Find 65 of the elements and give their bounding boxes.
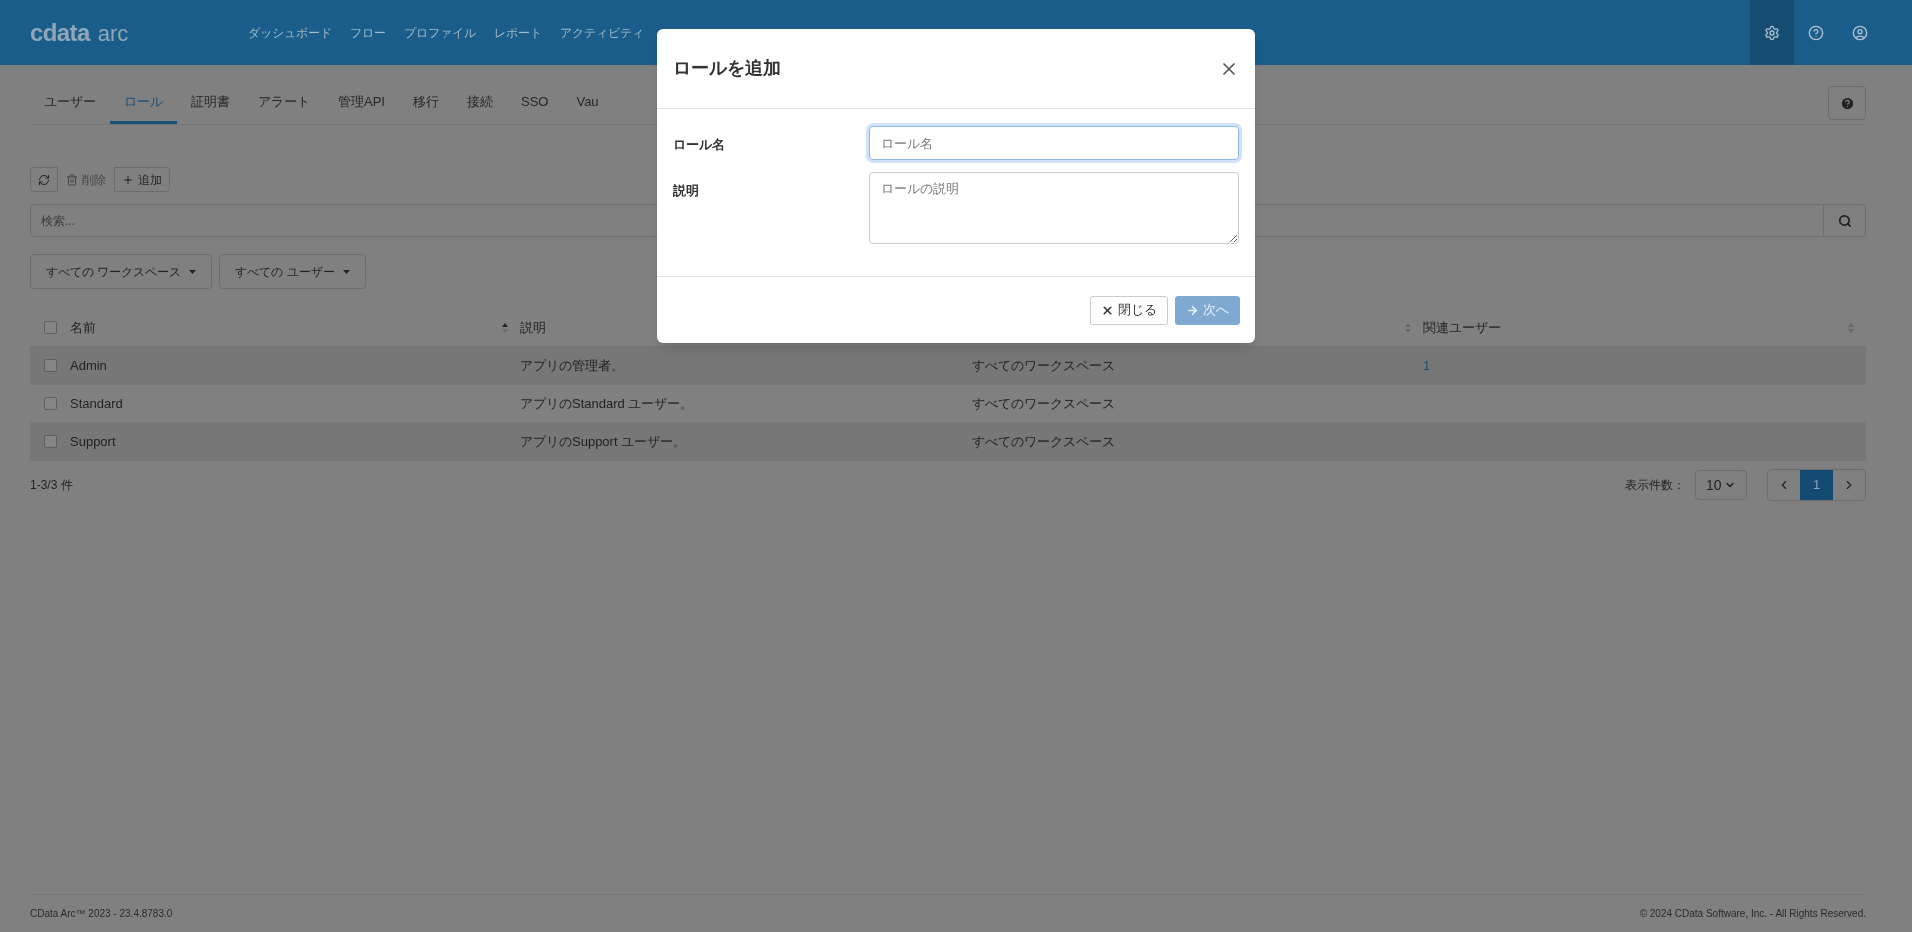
table-cell: Admin bbox=[70, 357, 107, 373]
field-label: ロール名 bbox=[673, 136, 726, 154]
nav-link[interactable]: プロファイル bbox=[404, 23, 476, 42]
settings-icon bbox=[1764, 24, 1780, 41]
row-checkbox[interactable] bbox=[43, 435, 57, 448]
column-header[interactable]: 関連ユーザー bbox=[1423, 317, 1501, 338]
tab[interactable]: アラート bbox=[244, 83, 324, 124]
row-checkbox[interactable] bbox=[43, 359, 57, 372]
table-row[interactable]: Support アプリのSupport ユーザー。 すべてのワークスペース bbox=[30, 423, 1866, 461]
column-header[interactable]: 名前 bbox=[70, 317, 96, 338]
page-size-select[interactable]: 10 bbox=[1695, 470, 1747, 500]
table-cell: Support bbox=[70, 433, 116, 449]
nav-link[interactable]: アクティビティ bbox=[560, 23, 644, 42]
add-button[interactable]: 追加 bbox=[114, 167, 170, 192]
tab[interactable]: Vau bbox=[562, 83, 613, 124]
page-size-label: 表示件数： bbox=[1625, 477, 1685, 494]
tab[interactable]: ユーザー bbox=[30, 83, 110, 124]
help-button[interactable] bbox=[1828, 86, 1866, 120]
field-label: 説明 bbox=[673, 182, 700, 200]
result-count: 1-3/3 件 bbox=[30, 477, 73, 494]
user-icon bbox=[1852, 24, 1868, 41]
dialog-title: ロールを追加 bbox=[673, 57, 781, 80]
filter-dropdown[interactable]: すべての ワークスペース bbox=[30, 254, 213, 289]
table-cell: すべてのワークスペース bbox=[972, 357, 1115, 373]
logo[interactable]: cdata arc bbox=[30, 14, 248, 51]
caret-icon bbox=[342, 269, 350, 274]
column-header[interactable]: 説明 bbox=[520, 317, 546, 338]
caret-icon bbox=[189, 269, 197, 274]
table-cell: すべてのワークスペース bbox=[972, 433, 1115, 449]
close-button[interactable]: 閉じる bbox=[1090, 295, 1168, 325]
refresh-icon bbox=[38, 173, 50, 186]
nav-link[interactable]: レポート bbox=[494, 23, 542, 42]
tab[interactable]: 移行 bbox=[398, 83, 453, 124]
version-text: CData Arc™ 2023 - 23.4.8783.0 bbox=[30, 907, 173, 921]
nav-link[interactable]: ダッシュボード bbox=[248, 23, 332, 42]
close-icon bbox=[1101, 303, 1114, 317]
tab[interactable]: ロール bbox=[110, 83, 177, 124]
arrow-right-icon bbox=[1186, 303, 1199, 317]
table-cell: アプリのStandard ユーザー。 bbox=[520, 395, 694, 411]
tab[interactable]: 証明書 bbox=[177, 83, 244, 124]
table-cell: すべてのワークスペース bbox=[972, 395, 1115, 411]
help-icon bbox=[1839, 95, 1855, 111]
settings-button[interactable] bbox=[1750, 0, 1794, 65]
tab[interactable]: 接続 bbox=[452, 83, 507, 124]
search-button[interactable] bbox=[1824, 204, 1866, 237]
trash-icon bbox=[66, 173, 78, 186]
description-field[interactable]: ロールの説明 bbox=[869, 172, 1239, 244]
copyright-text: © 2024 CData Software, Inc. - All Rights Reserved. bbox=[1639, 907, 1866, 921]
nav-link[interactable]: フロー bbox=[350, 23, 386, 42]
filter-dropdown[interactable]: すべての ユーザー bbox=[219, 254, 366, 289]
table-row[interactable]: Admin アプリの管理者。 すべてのワークスペース 1 bbox=[30, 347, 1866, 385]
table-cell: Standard bbox=[70, 395, 123, 411]
role-name-field[interactable]: ロール名 bbox=[869, 126, 1239, 160]
help-icon bbox=[1808, 24, 1824, 41]
table-cell: アプリの管理者。 bbox=[520, 357, 624, 373]
sort-icon[interactable] bbox=[502, 322, 508, 333]
plus-icon bbox=[122, 173, 134, 186]
row-checkbox[interactable] bbox=[43, 321, 57, 334]
search-icon bbox=[1837, 213, 1852, 228]
table-cell: アプリのSupport ユーザー。 bbox=[520, 433, 687, 449]
page-button[interactable]: 1 bbox=[1800, 470, 1833, 500]
tab[interactable]: 管理API bbox=[324, 83, 399, 124]
row-checkbox[interactable] bbox=[43, 397, 57, 410]
tab[interactable]: SSO bbox=[506, 83, 563, 124]
refresh-button[interactable] bbox=[30, 167, 58, 192]
